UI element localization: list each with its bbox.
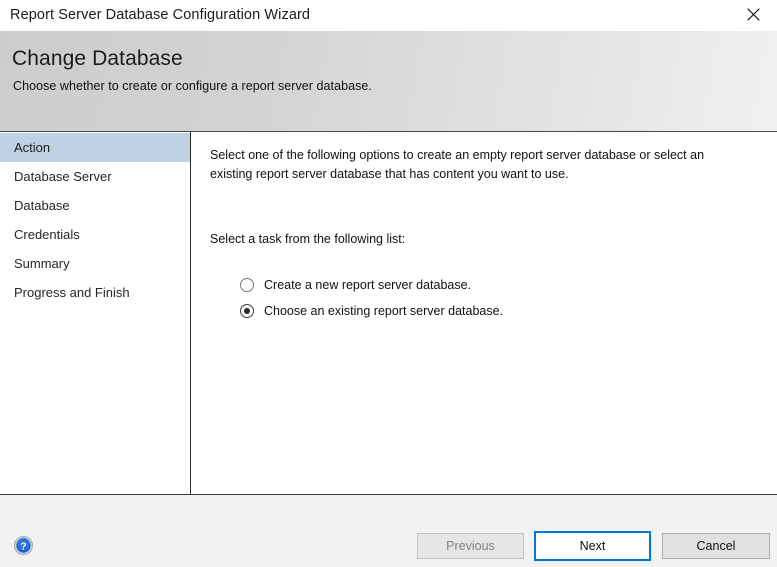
wizard-step-sidebar: Action Database Server Database Credenti… <box>0 132 191 494</box>
content-prompt: Select a task from the following list: <box>210 232 405 246</box>
sidebar-item-summary[interactable]: Summary <box>0 249 190 278</box>
wizard-footer <box>0 495 777 567</box>
radio-button-icon <box>240 278 254 292</box>
window-title: Report Server Database Configuration Wiz… <box>10 7 310 23</box>
sidebar-item-database[interactable]: Database <box>0 191 190 220</box>
sidebar-item-progress-and-finish[interactable]: Progress and Finish <box>0 278 190 307</box>
svg-text:?: ? <box>20 541 26 553</box>
radio-create-new-database[interactable]: Create a new report server database. <box>240 272 503 298</box>
sidebar-item-label: Action <box>14 140 50 155</box>
help-glyph: ? <box>14 536 33 555</box>
wizard-content-pane: Select one of the following options to c… <box>192 132 777 494</box>
page-title: Change Database <box>12 47 183 71</box>
sidebar-item-label: Progress and Finish <box>14 285 130 300</box>
radio-button-icon <box>240 304 254 318</box>
content-description: Select one of the following options to c… <box>210 146 710 184</box>
sidebar-item-label: Database Server <box>14 169 112 184</box>
previous-button[interactable]: Previous <box>417 533 524 559</box>
close-glyph <box>747 8 760 21</box>
wizard-window: Report Server Database Configuration Wiz… <box>0 0 777 567</box>
radio-option-label: Create a new report server database. <box>264 278 471 292</box>
task-radio-group: Create a new report server database. Cho… <box>240 272 503 324</box>
sidebar-item-credentials[interactable]: Credentials <box>0 220 190 249</box>
help-icon[interactable]: ? <box>14 536 33 555</box>
wizard-body: Action Database Server Database Credenti… <box>0 132 777 495</box>
cancel-button[interactable]: Cancel <box>662 533 770 559</box>
page-subtitle: Choose whether to create or configure a … <box>13 79 372 93</box>
next-button[interactable]: Next <box>534 531 651 561</box>
sidebar-item-label: Database <box>14 198 70 213</box>
sidebar-item-action[interactable]: Action <box>0 133 190 162</box>
sidebar-item-label: Credentials <box>14 227 80 242</box>
sidebar-item-label: Summary <box>14 256 70 271</box>
sidebar-list: Action Database Server Database Credenti… <box>0 133 190 307</box>
radio-option-label: Choose an existing report server databas… <box>264 304 503 318</box>
sidebar-item-database-server[interactable]: Database Server <box>0 162 190 191</box>
page-banner: Change Database Choose whether to create… <box>0 31 777 132</box>
title-bar: Report Server Database Configuration Wiz… <box>0 0 777 31</box>
close-icon[interactable] <box>733 0 777 31</box>
radio-choose-existing-database[interactable]: Choose an existing report server databas… <box>240 298 503 324</box>
